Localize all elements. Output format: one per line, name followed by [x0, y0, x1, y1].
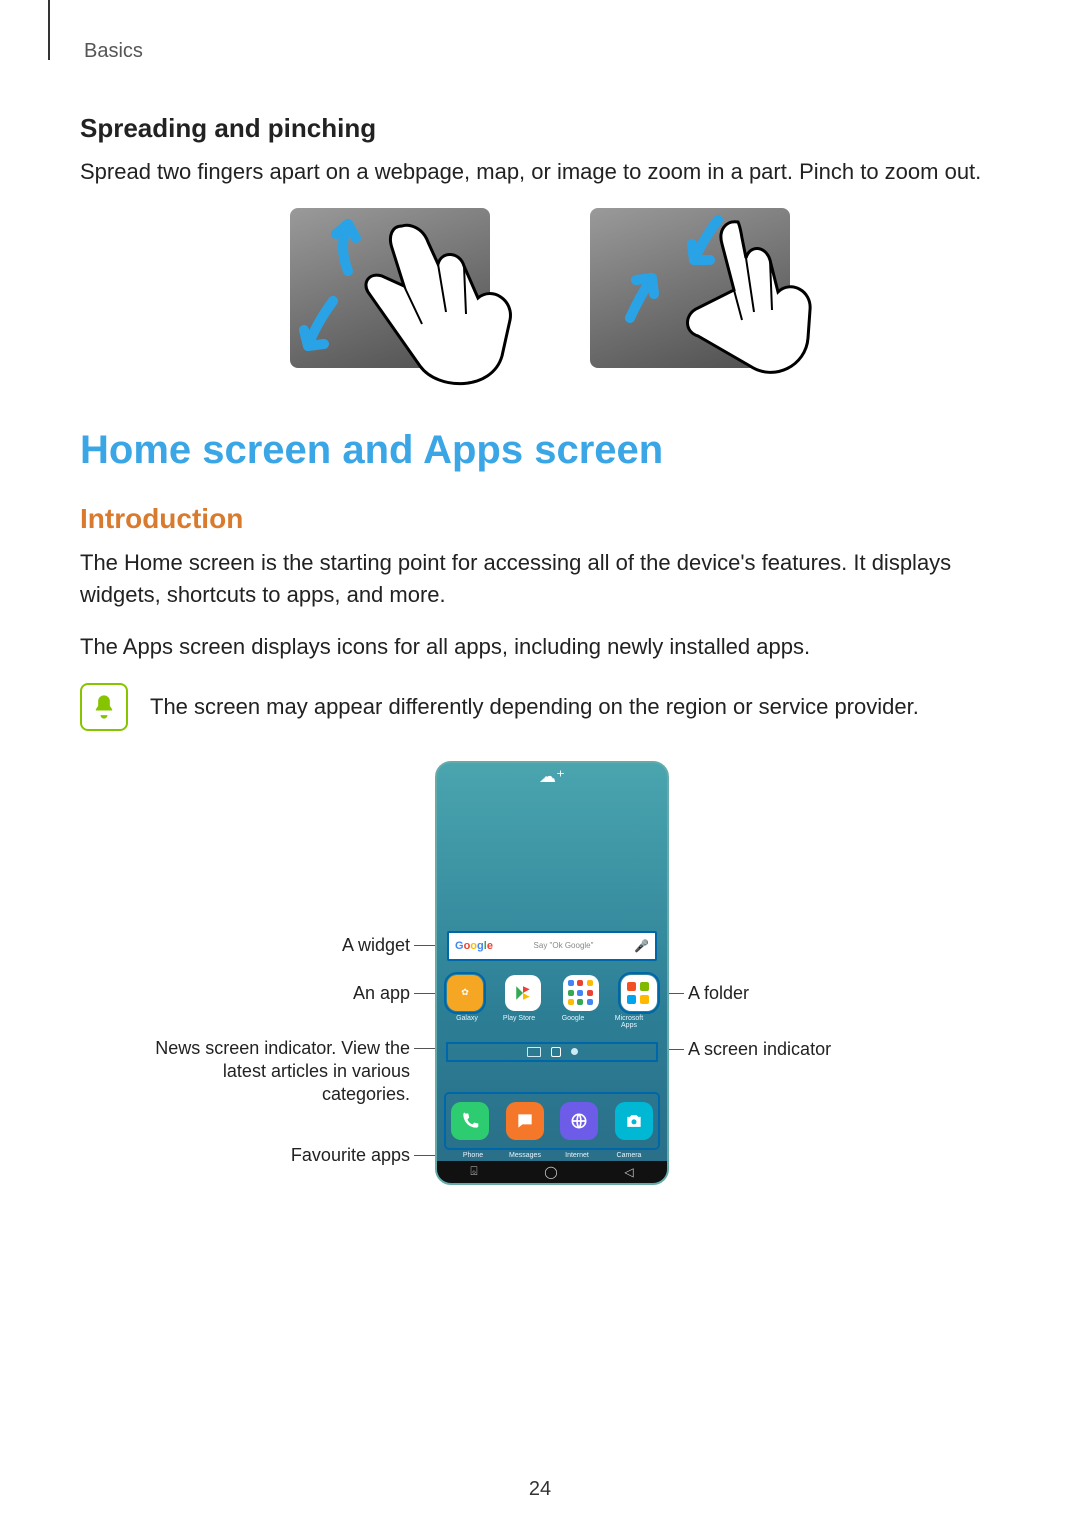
callout-fav: Favourite apps	[170, 1145, 410, 1166]
phone-statusbar: ☁⁺	[437, 763, 667, 791]
hand-pinch-icon	[642, 216, 812, 396]
mic-icon: 🎤	[634, 939, 649, 953]
google-search-widget: Google Say "Ok Google" 🎤	[447, 931, 657, 961]
heading-introduction: Introduction	[80, 503, 1000, 535]
dock-internet-icon	[560, 1102, 598, 1140]
phone-mock: ☁⁺ Google Say "Ok Google" 🎤 ✿	[435, 761, 669, 1185]
heading-home-apps: Home screen and Apps screen	[80, 428, 1000, 473]
home-screen-diagram: A widget An app News screen indicator. V…	[170, 761, 910, 1191]
nav-recent-icon: ⌺	[470, 1164, 477, 1179]
spreading-text: Spread two fingers apart on a webpage, m…	[80, 156, 1000, 188]
dock-camera-icon	[615, 1102, 653, 1140]
app-label-google: Google	[551, 1015, 595, 1022]
google-logo-icon: Google	[455, 940, 493, 952]
intro-p1: The Home screen is the starting point fo…	[80, 547, 1000, 611]
news-indicator-icon	[527, 1047, 541, 1057]
app-label-galaxy: Galaxy	[445, 1015, 489, 1022]
dock-label-phone: Phone	[451, 1152, 495, 1159]
dock-phone-icon	[451, 1102, 489, 1140]
callout-screen-indicator: A screen indicator	[688, 1039, 831, 1060]
app-playstore-icon	[505, 975, 541, 1011]
nav-home-icon: ◯	[544, 1165, 557, 1179]
folder-google-icon	[563, 975, 599, 1011]
weather-cloud-plus-icon: ☁⁺	[539, 767, 565, 787]
app-galaxy-icon: ✿	[447, 975, 483, 1011]
home-app-row: ✿	[447, 975, 657, 1011]
app-label-msapps: Microsoft Apps	[607, 1015, 651, 1029]
app-label-play: Play Store	[497, 1015, 541, 1022]
gesture-illustrations	[80, 208, 1000, 368]
dock-label-camera: Camera	[607, 1152, 651, 1159]
favourites-dock	[447, 1095, 657, 1147]
breadcrumb: Basics	[84, 40, 1000, 63]
callout-app: An app	[170, 983, 410, 1004]
subheading-spreading: Spreading and pinching	[80, 113, 1000, 144]
page-dot-icon	[571, 1048, 578, 1055]
callout-news: News screen indicator. View the latest a…	[136, 1037, 410, 1107]
spread-arrow-down-icon	[298, 296, 348, 361]
nav-back-icon: ◁	[624, 1165, 633, 1179]
page-corner-rule	[48, 0, 50, 60]
search-placeholder: Say "Ok Google"	[534, 941, 594, 950]
page-number: 24	[0, 1478, 1080, 1501]
pinch-gesture	[590, 208, 790, 368]
folder-msapps-icon	[621, 975, 657, 1011]
callout-widget: A widget	[170, 935, 410, 956]
hand-spread-icon	[342, 216, 512, 396]
callout-folder: A folder	[688, 983, 749, 1004]
intro-p2: The Apps screen displays icons for all a…	[80, 631, 1000, 663]
dock-messages-icon	[506, 1102, 544, 1140]
note-bell-icon	[80, 683, 128, 731]
dock-label-messages: Messages	[503, 1152, 547, 1159]
note-text: The screen may appear differently depend…	[150, 694, 919, 720]
note-row: The screen may appear differently depend…	[80, 683, 1000, 731]
android-navbar: ⌺ ◯ ◁	[437, 1161, 667, 1183]
dock-label-internet: Internet	[555, 1152, 599, 1159]
home-indicator-icon	[551, 1047, 561, 1057]
page-indicator-row	[447, 1043, 657, 1061]
spread-gesture	[290, 208, 490, 368]
